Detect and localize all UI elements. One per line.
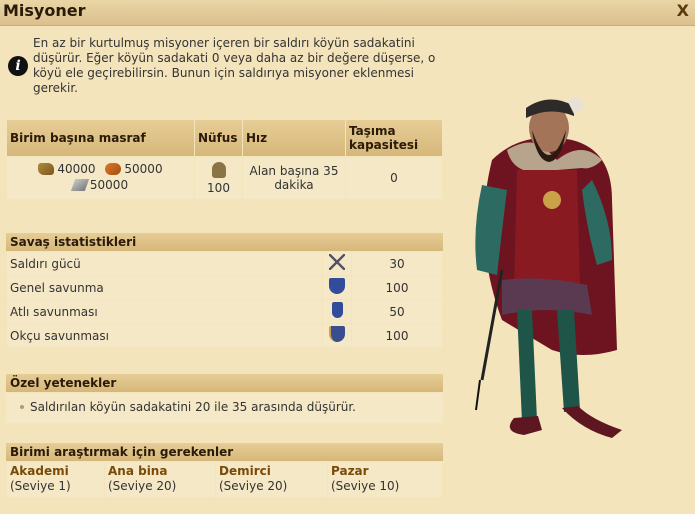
requirements-heading: Birimi araştırmak için gerekenler [6, 443, 443, 461]
stats-heading: Savaş istatistikleri [6, 233, 443, 251]
wood-icon [38, 163, 55, 175]
skills-heading: Özel yetenekler [6, 374, 443, 392]
building-level: (Seviye 20) [108, 479, 177, 493]
requirements-table: Akademi (Seviye 1) Ana bina (Seviye 20) … [6, 461, 443, 498]
population-value: 100 [207, 180, 230, 195]
close-button[interactable]: X [677, 1, 689, 20]
window-title: Misyoner [3, 1, 86, 20]
stat-value: 50 [352, 300, 442, 323]
building-link-main[interactable]: Ana bina [108, 464, 212, 479]
cost-table: Birim başına masraf Nüfus Hız Taşıma kap… [6, 119, 443, 200]
unit-portrait [475, 97, 622, 438]
list-item: Saldırılan köyün sadakatini 20 ile 35 ar… [20, 400, 443, 414]
building-level: (Seviye 10) [331, 479, 400, 493]
building-level: (Seviye 1) [10, 479, 71, 493]
iron-cost: 50000 [89, 178, 129, 192]
building-link-academy[interactable]: Akademi [10, 464, 101, 479]
building-link-market[interactable]: Pazar [331, 464, 439, 479]
info-icon: i [8, 56, 28, 76]
stat-label: Genel savunma [7, 276, 322, 299]
archer-shield-icon [329, 326, 345, 342]
stat-value: 30 [352, 252, 442, 275]
table-row: Saldırı gücü 30 [7, 252, 442, 275]
capacity-header: Taşıma kapasitesi [346, 120, 442, 156]
wood-cost: 40000 [57, 162, 96, 176]
cavalry-shield-icon [331, 302, 343, 318]
capacity-value: 0 [346, 157, 442, 199]
sword-icon [329, 254, 345, 270]
stat-label: Atlı savunması [7, 300, 322, 323]
stat-value: 100 [352, 324, 442, 347]
population-header: Nüfus [195, 120, 242, 156]
clay-cost: 50000 [124, 162, 163, 176]
cost-header: Birim başına masraf [7, 120, 194, 156]
stat-label: Okçu savunması [7, 324, 322, 347]
stats-table: Saldırı gücü 30 Genel savunma 100 Atlı s… [6, 251, 443, 348]
building-level: (Seviye 20) [219, 479, 288, 493]
skills-list: Saldırılan köyün sadakatini 20 ile 35 ar… [6, 393, 443, 423]
stat-label: Saldırı gücü [7, 252, 322, 275]
shield-icon [329, 278, 345, 294]
cost-cell: 40000 50000 50000 [7, 157, 194, 199]
table-row: Okçu savunması 100 [7, 324, 442, 347]
stat-value: 100 [352, 276, 442, 299]
window-titlebar: Misyoner X [0, 0, 695, 26]
speed-header: Hız [243, 120, 345, 156]
population-cell: 100 [195, 157, 242, 199]
table-row: Atlı savunması 50 [7, 300, 442, 323]
iron-icon [70, 179, 90, 191]
speed-value: Alan başına 35 dakika [243, 157, 345, 199]
population-icon [211, 161, 226, 178]
table-row: Genel savunma 100 [7, 276, 442, 299]
clay-icon [105, 163, 122, 175]
building-link-smithy[interactable]: Demirci [219, 464, 324, 479]
info-text: En az bir kurtulmuş misyoner içeren bir … [33, 36, 436, 95]
